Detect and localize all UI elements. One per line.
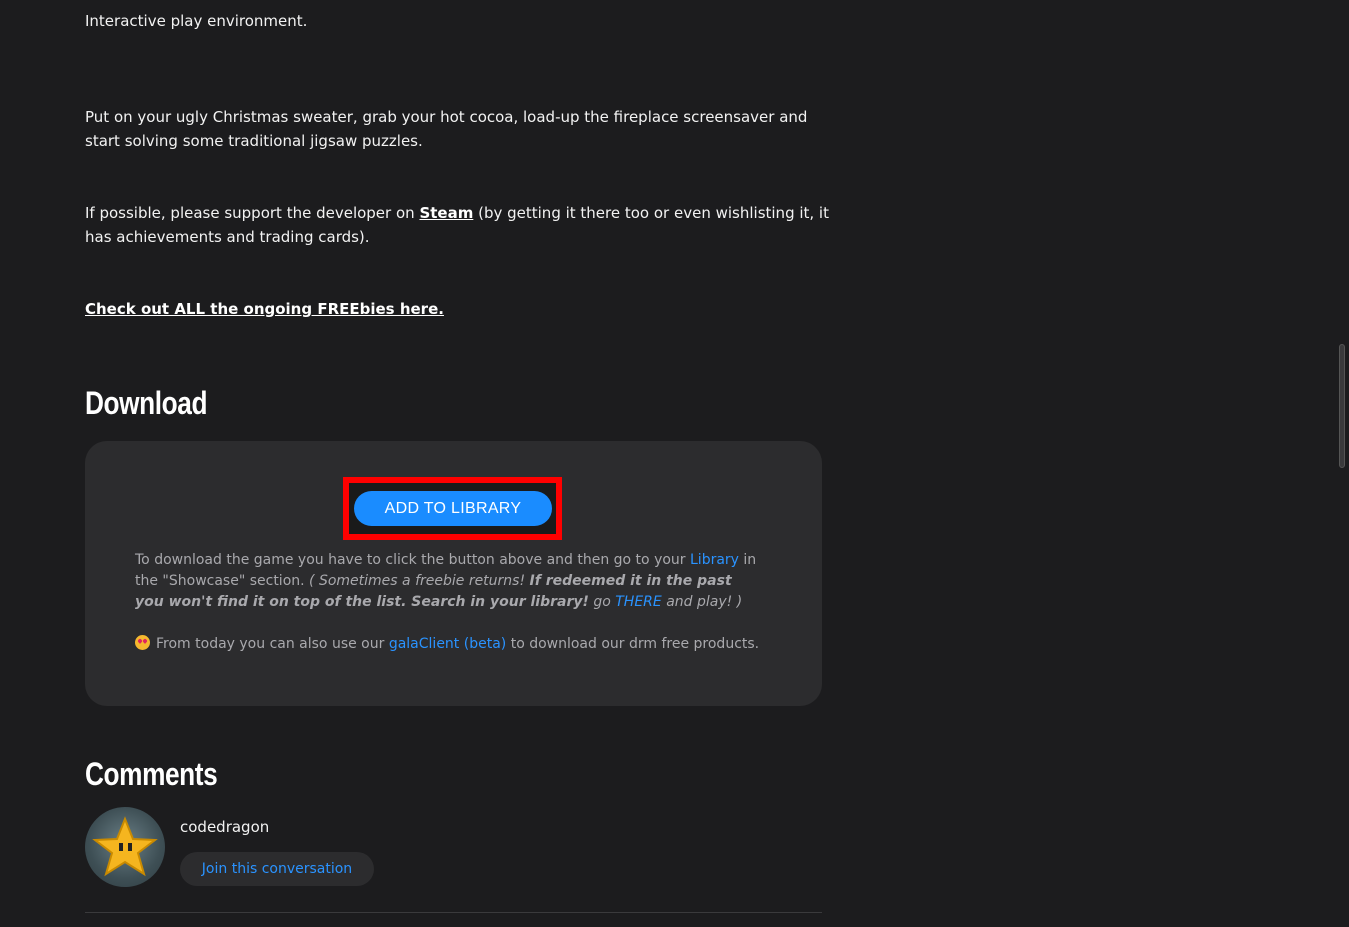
galaclient-link[interactable]: galaClient (beta): [389, 636, 506, 652]
intro-text: Interactive play environment.: [85, 12, 308, 30]
comments-heading: Comments: [85, 756, 218, 792]
scrollbar-thumb[interactable]: [1339, 344, 1345, 468]
gala-text-before: From today you can also use our: [156, 636, 389, 652]
divider: [85, 912, 822, 913]
italic-open: ( Sometimes a freebie returns!: [309, 573, 530, 589]
support-text-before: If possible, please support the develope…: [85, 204, 420, 222]
avatar[interactable]: [85, 807, 165, 887]
star-avatar-icon: [92, 816, 158, 877]
comment-username: codedragon: [180, 818, 270, 836]
intro-paragraph-text: Put on your ugly Christmas sweater, grab…: [85, 108, 808, 150]
download-text-1: To download the game you have to click t…: [135, 552, 690, 568]
add-to-library-button[interactable]: ADD TO LIBRARY: [354, 491, 552, 526]
italic-go: go: [588, 594, 616, 610]
download-heading: Download: [85, 385, 208, 421]
gala-text-after: to download our drm free products.: [506, 636, 760, 652]
support-paragraph: If possible, please support the develope…: [85, 201, 830, 249]
page: Interactive play environment. Put on you…: [0, 0, 1349, 927]
steam-link[interactable]: Steam: [419, 204, 473, 222]
library-link[interactable]: Library: [690, 552, 739, 568]
galaclient-line: From today you can also use our galaClie…: [135, 634, 775, 655]
freebies-paragraph: Check out ALL the ongoing FREEbies here.: [85, 297, 830, 321]
intro-line: Interactive play environment.: [85, 9, 830, 33]
freebies-link[interactable]: Check out ALL the ongoing FREEbies here.: [85, 300, 444, 318]
intro-paragraph: Put on your ugly Christmas sweater, grab…: [85, 105, 830, 153]
join-conversation-button[interactable]: Join this conversation: [180, 852, 374, 886]
italic-close: and play! ): [661, 594, 743, 610]
star-struck-emoji-icon: [135, 635, 150, 650]
there-link[interactable]: THERE: [615, 594, 662, 610]
download-instructions: To download the game you have to click t…: [135, 550, 765, 613]
